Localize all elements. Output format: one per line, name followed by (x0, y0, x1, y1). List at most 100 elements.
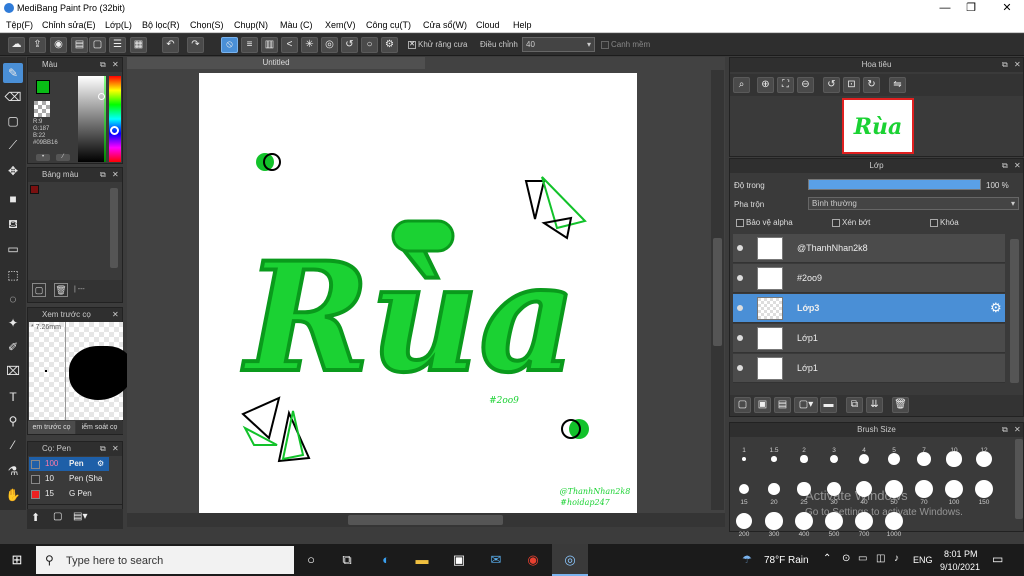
rotate-left-icon[interactable]: ↺ (823, 77, 840, 93)
menu-help[interactable]: Help (513, 20, 532, 30)
redo-icon[interactable]: ↷ (187, 37, 204, 53)
edge-icon[interactable]: ◐ (377, 552, 395, 568)
brush-size-dot[interactable] (945, 480, 963, 498)
zoom-in-icon[interactable]: ⊕ (757, 77, 774, 93)
layer-row[interactable]: Lớp1 (733, 324, 1005, 353)
eye-icon[interactable] (737, 305, 743, 311)
flip-icon[interactable]: ⇋ (889, 77, 906, 93)
close-icon[interactable]: ✕ (112, 170, 119, 179)
correction-checkbox[interactable] (601, 40, 609, 49)
menu-cloud[interactable]: Cloud (476, 20, 500, 30)
snap-circle-icon[interactable]: ◎ (321, 37, 338, 53)
clip-toggle[interactable]: Xén bớt (832, 218, 870, 227)
eyedropper-mini-icon[interactable]: ⁄ (56, 154, 70, 161)
brush-size-dot[interactable] (739, 484, 749, 494)
protect-alpha-toggle[interactable]: Bảo vệ alpha (736, 218, 793, 227)
lasso-tool-icon[interactable]: ◌ (3, 289, 23, 309)
protect-alpha-checkbox[interactable] (736, 218, 744, 227)
value-picker[interactable] (78, 76, 104, 162)
layer-scrollbar[interactable] (1010, 239, 1019, 383)
new-8bit-layer-icon[interactable]: ▤ (774, 397, 791, 413)
layer-row[interactable]: @ThanhNhan2k8 (733, 234, 1005, 263)
snap-ellipse-icon[interactable]: ○ (361, 37, 378, 53)
brush-size-dot[interactable] (768, 483, 780, 495)
rotate-right-icon[interactable]: ↻ (863, 77, 880, 93)
menu-capture[interactable]: Chụp(N) (234, 20, 268, 30)
snap-grid-icon[interactable]: ▥ (261, 37, 278, 53)
select-pen-tool-icon[interactable]: ✐ (3, 337, 23, 357)
volume-icon[interactable]: ♪ (894, 553, 899, 564)
battery-icon[interactable]: ▭ (858, 553, 867, 564)
close-icon[interactable]: ✕ (112, 60, 119, 69)
share-icon[interactable]: ▤ (71, 37, 88, 53)
menu-tools[interactable]: Công cụ(T) (366, 20, 411, 30)
close-icon[interactable]: ✕ (112, 310, 119, 319)
brush-item[interactable]: 100 Pen ⚙ (29, 457, 109, 471)
canvas-vscroll-thumb[interactable] (713, 238, 722, 346)
correction-toggle[interactable]: Canh mềm (601, 40, 650, 49)
menu-edit[interactable]: Chỉnh sửa(E) (42, 20, 96, 30)
delete-layer-icon[interactable]: 🗑 (892, 397, 909, 413)
menu-view[interactable]: Xem(V) (325, 20, 356, 30)
weather-text[interactable]: 78°F Rain (764, 555, 809, 566)
clock-date[interactable]: 9/10/2021 (940, 562, 980, 572)
lock-toggle[interactable]: Khóa (930, 218, 959, 227)
brush-menu-icon[interactable]: ▤▾ (73, 511, 87, 522)
popout-icon[interactable]: ⧉ (1002, 60, 1008, 70)
folder-icon[interactable]: ▬ (820, 397, 837, 413)
hue-slider[interactable] (109, 76, 121, 162)
trash-icon[interactable]: 🗑 (54, 283, 68, 297)
layer-row[interactable]: Lớp1 (733, 354, 1005, 383)
brush-size-dot[interactable] (915, 480, 933, 498)
brush-size-dot[interactable] (736, 513, 752, 529)
select-eraser-tool-icon[interactable]: ⌧ (3, 361, 23, 381)
tab-brush-control[interactable]: iểm soát cọ (76, 421, 123, 434)
brush-size-dot[interactable] (858, 453, 870, 465)
close-icon[interactable]: ✕ (112, 444, 119, 453)
clock-time[interactable]: 8:01 PM (944, 549, 978, 559)
menu-window[interactable]: Cửa sổ(W) (423, 20, 467, 30)
brush-size-dot[interactable] (742, 457, 746, 461)
snap-radial-icon[interactable]: ✳ (301, 37, 318, 53)
eyedropper2-tool-icon[interactable]: ⚗ (3, 461, 23, 481)
canvas-hscroll[interactable] (127, 513, 725, 527)
fit-window-icon[interactable]: ⛶ (777, 77, 794, 93)
cloud-icon[interactable]: ☁ (8, 37, 25, 53)
antialias-toggle[interactable]: ✕ Khử răng cưa (408, 40, 467, 49)
brush-size-dot[interactable] (917, 452, 931, 466)
brush-item[interactable]: 10 Pen (Sha (29, 472, 109, 486)
new-halftone-layer-icon[interactable]: ▣ (754, 397, 771, 413)
brush-size-dot[interactable] (888, 453, 900, 465)
snap-perspective-icon[interactable]: < (281, 37, 298, 53)
store-icon[interactable]: ▣ (450, 552, 468, 568)
network-icon[interactable]: ◫ (876, 553, 885, 564)
grid-icon[interactable]: ▦ (130, 37, 147, 53)
hand-tool-icon[interactable]: ✋ (3, 485, 23, 505)
close-icon[interactable]: ✕ (1014, 60, 1021, 69)
dot-tool-icon[interactable]: ▢ (3, 111, 23, 131)
brush-size-dot[interactable] (829, 454, 839, 464)
reset-view-icon[interactable]: ⊡ (843, 77, 860, 93)
select-tool-icon[interactable]: ⬚ (3, 265, 23, 285)
taskbar-search[interactable]: ⚲ Type here to search (36, 546, 294, 574)
brush-size-dot[interactable] (800, 455, 808, 463)
medibang-taskbar-button[interactable]: ◎ (552, 544, 588, 576)
secondary-color-swatch[interactable] (34, 101, 50, 117)
palette-swatch[interactable] (30, 185, 39, 194)
upload-icon[interactable]: ⇪ (29, 37, 46, 53)
notifications-icon[interactable]: ▭ (992, 552, 1003, 566)
adjust-select[interactable]: 40 ▾ (522, 37, 595, 52)
fill-shape-tool-icon[interactable]: ■ (3, 189, 23, 209)
merge-layer-icon[interactable]: ⇊ (866, 397, 883, 413)
layer-row[interactable]: #2oo9 (733, 264, 1005, 293)
eye-icon[interactable] (737, 275, 743, 281)
page-icon[interactable]: ▢ (89, 37, 106, 53)
duplicate-layer-icon[interactable]: ⧉ (846, 397, 863, 413)
clip-checkbox[interactable] (832, 218, 840, 227)
canvas-hscroll-thumb[interactable] (348, 515, 503, 525)
dot-icon[interactable]: • (36, 154, 50, 161)
document-tab[interactable]: Untitled (127, 57, 425, 69)
close-icon[interactable]: ✕ (1014, 425, 1021, 434)
brush-item[interactable]: 15 G Pen (29, 487, 109, 501)
zoom-fit-icon[interactable]: ⌕ (733, 77, 750, 93)
